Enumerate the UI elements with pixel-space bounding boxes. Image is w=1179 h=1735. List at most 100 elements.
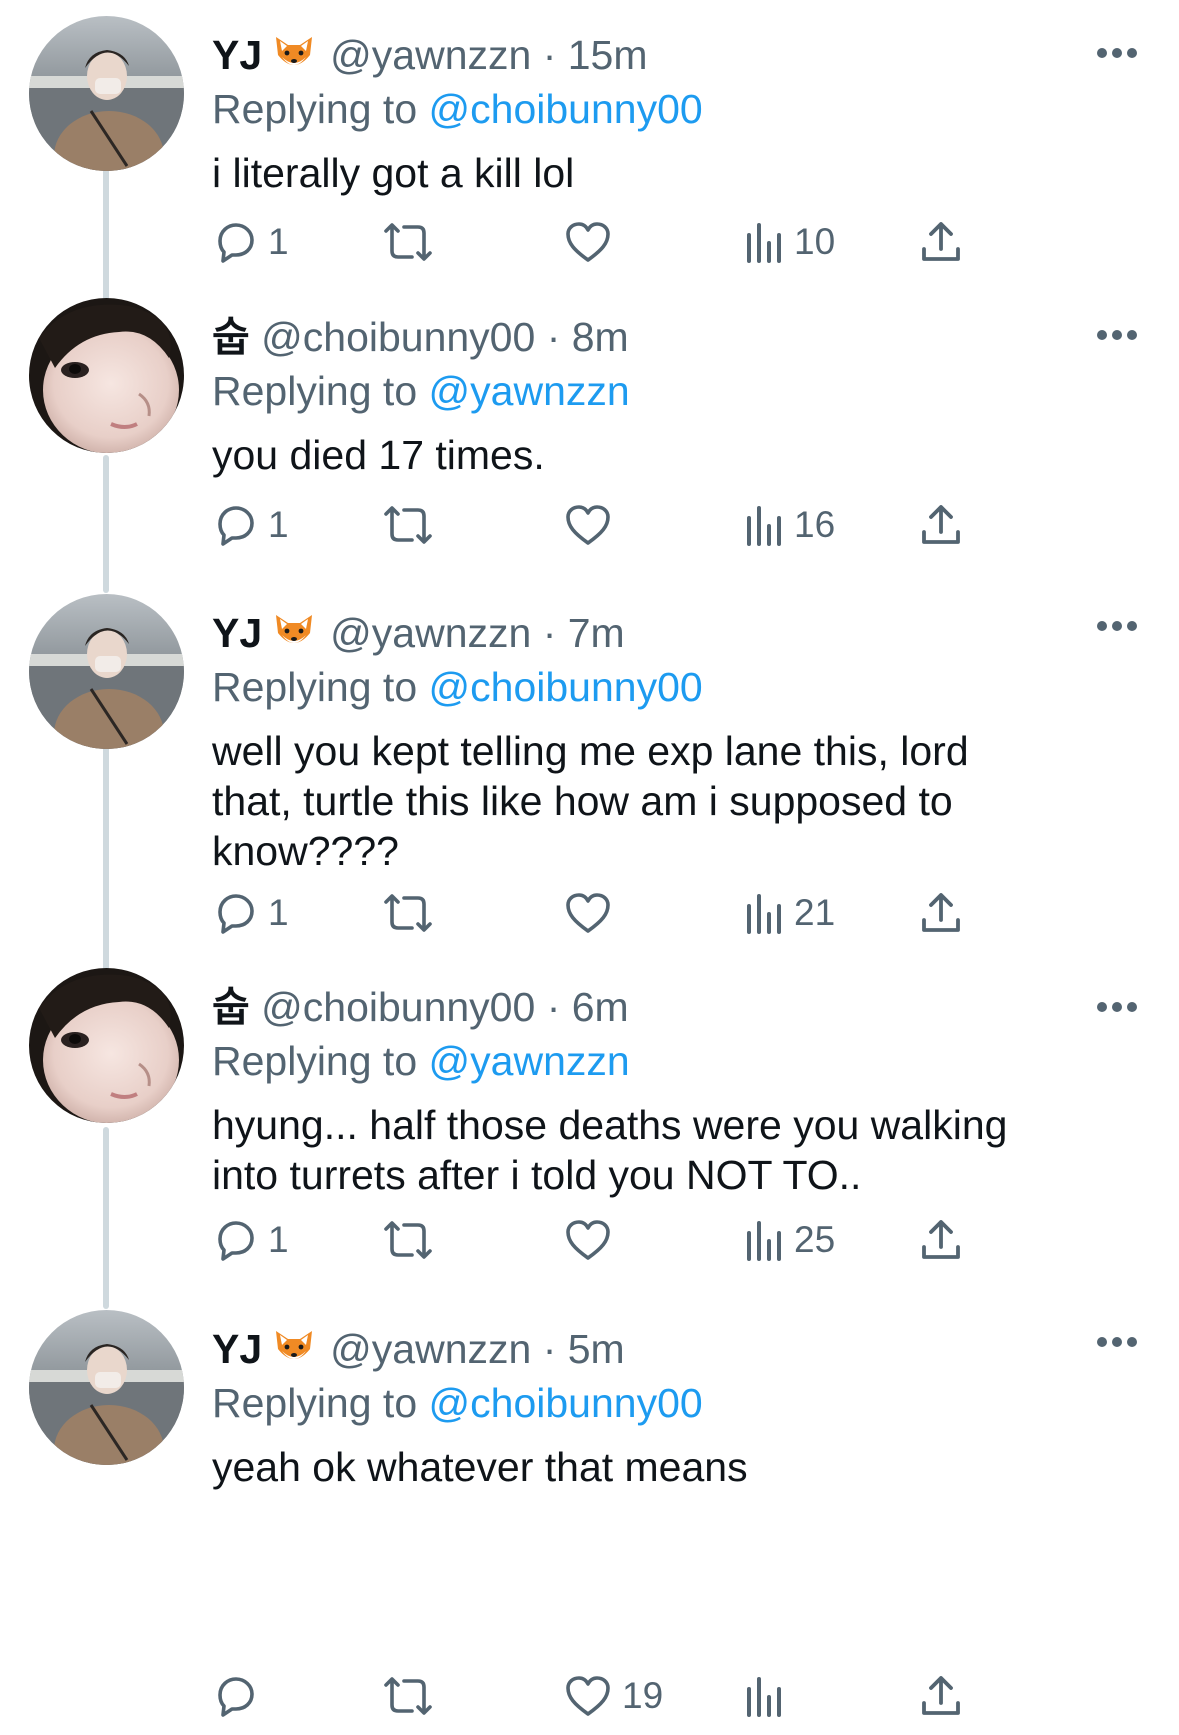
reply-count: 1 <box>268 221 289 262</box>
mention-link[interactable]: @choibunny00 <box>429 664 703 710</box>
timestamp[interactable]: · 15m <box>543 32 648 78</box>
more-options-icon[interactable] <box>1096 46 1138 58</box>
share-icon <box>922 1220 960 1259</box>
tweet-header: 숩 @choibunny00 · 8m <box>212 310 629 364</box>
retweet-button[interactable] <box>380 497 446 553</box>
retweet-button[interactable] <box>380 214 446 270</box>
like-button[interactable] <box>564 1212 622 1268</box>
tweet-header: 숩 @choibunny00 · 6m <box>212 980 629 1034</box>
share-button[interactable] <box>920 497 962 553</box>
share-button[interactable] <box>920 214 962 270</box>
share-icon <box>922 893 960 932</box>
conversation-thread: YJ @yawnzzn · 15m Replying to @choibunny… <box>0 0 1179 1735</box>
reply-button[interactable]: 1 <box>212 1212 289 1268</box>
more-options-icon[interactable] <box>1096 1000 1138 1012</box>
more-options-icon[interactable] <box>1096 328 1138 340</box>
reply-button[interactable] <box>212 1668 268 1724</box>
avatar-choibunny00[interactable] <box>29 298 184 453</box>
reply-button[interactable]: 1 <box>212 497 289 553</box>
handle[interactable]: @yawnzzn <box>330 32 531 78</box>
heart-icon <box>566 505 610 545</box>
share-button[interactable] <box>920 1212 962 1268</box>
reply-icon <box>218 223 254 263</box>
tweet-text: well you kept telling me exp lane this, … <box>212 728 969 874</box>
tweet-text: hyung... half those deaths were you walk… <box>212 1102 1008 1198</box>
heart-icon <box>566 1220 610 1260</box>
display-name-symbol[interactable]: 숩 <box>212 984 250 1030</box>
handle[interactable]: @yawnzzn <box>330 610 531 656</box>
display-name[interactable]: YJ <box>212 1326 262 1372</box>
views-button[interactable]: 16 <box>744 497 835 553</box>
mention-link[interactable]: @yawnzzn <box>429 368 630 414</box>
replying-to: Replying to @yawnzzn <box>212 364 630 418</box>
tweet[interactable]: 숩 @choibunny00 · 6m Replying to @yawnzzn… <box>0 968 1179 1298</box>
tweet-text: you died 17 times. <box>212 432 545 478</box>
handle[interactable]: @choibunny00 <box>261 314 535 360</box>
avatar-yawnzzn[interactable] <box>29 1310 184 1465</box>
fox-face-icon <box>272 33 316 73</box>
share-button[interactable] <box>920 885 962 941</box>
avatar-yawnzzn[interactable] <box>29 16 184 171</box>
share-icon <box>922 222 960 261</box>
reply-icon <box>218 894 254 934</box>
analytics-icon <box>747 506 781 546</box>
more-options-icon[interactable] <box>1096 1335 1138 1347</box>
avatar-choibunny00[interactable] <box>29 968 184 1123</box>
tweet[interactable]: YJ @yawnzzn · 15m Replying to @choibunny… <box>0 16 1179 286</box>
avatar-yawnzzn[interactable] <box>29 594 184 749</box>
mention-link[interactable]: @choibunny00 <box>429 1380 703 1426</box>
handle[interactable]: @yawnzzn <box>330 1326 531 1372</box>
tweet[interactable]: YJ @yawnzzn · 7m Replying to @choibunny0… <box>0 594 1179 980</box>
like-button[interactable] <box>564 885 622 941</box>
fox-face-icon <box>272 611 316 651</box>
heart-icon <box>566 893 610 933</box>
share-button[interactable] <box>920 1668 962 1724</box>
tweet[interactable]: YJ @yawnzzn · 5m Replying to @choibunny0… <box>0 1310 1179 1735</box>
timestamp[interactable]: · 8m <box>547 314 629 360</box>
tweet[interactable]: 숩 @choibunny00 · 8m Replying to @yawnzzn… <box>0 298 1179 588</box>
replying-to: Replying to @choibunny00 <box>212 660 703 714</box>
reply-button[interactable]: 1 <box>212 885 289 941</box>
display-name[interactable]: YJ <box>212 610 262 656</box>
replying-to-label: Replying to <box>212 664 418 710</box>
handle[interactable]: @choibunny00 <box>261 984 535 1030</box>
mention-link[interactable]: @choibunny00 <box>429 86 703 132</box>
retweet-icon <box>384 1677 432 1715</box>
replying-to-label: Replying to <box>212 1380 418 1426</box>
replying-to: Replying to @yawnzzn <box>212 1034 630 1088</box>
tweet-header: YJ @yawnzzn · 5m <box>212 1322 625 1376</box>
timestamp[interactable]: · 7m <box>543 610 625 656</box>
timestamp[interactable]: · 6m <box>547 984 629 1030</box>
reply-count: 1 <box>268 504 289 545</box>
heart-icon <box>566 1676 610 1716</box>
view-count: 21 <box>794 892 836 933</box>
display-name-symbol[interactable]: 숩 <box>212 314 250 360</box>
view-count: 16 <box>794 504 836 545</box>
fox-face-icon <box>272 1327 316 1367</box>
heart-icon <box>566 222 610 262</box>
like-button[interactable] <box>564 214 622 270</box>
share-icon <box>922 1676 960 1715</box>
views-button[interactable]: 25 <box>744 1212 835 1268</box>
retweet-button[interactable] <box>380 885 446 941</box>
like-button[interactable]: 19 <box>564 1668 663 1724</box>
retweet-icon <box>384 894 432 932</box>
mention-link[interactable]: @yawnzzn <box>429 1038 630 1084</box>
views-button[interactable]: 21 <box>744 885 835 941</box>
like-button[interactable] <box>564 497 622 553</box>
reply-button[interactable]: 1 <box>212 214 289 270</box>
reply-icon <box>218 1221 254 1261</box>
retweet-button[interactable] <box>380 1212 446 1268</box>
replying-to-label: Replying to <box>212 86 418 132</box>
more-options-icon[interactable] <box>1096 619 1138 631</box>
analytics-icon <box>747 1221 781 1261</box>
retweet-icon <box>384 223 432 261</box>
display-name[interactable]: YJ <box>212 32 262 78</box>
retweet-button[interactable] <box>380 1668 446 1724</box>
replying-to: Replying to @choibunny00 <box>212 82 703 136</box>
views-button[interactable] <box>744 1668 794 1724</box>
timestamp[interactable]: · 5m <box>543 1326 625 1372</box>
analytics-icon <box>747 1677 781 1717</box>
views-button[interactable]: 10 <box>744 214 835 270</box>
like-count: 19 <box>622 1675 664 1716</box>
